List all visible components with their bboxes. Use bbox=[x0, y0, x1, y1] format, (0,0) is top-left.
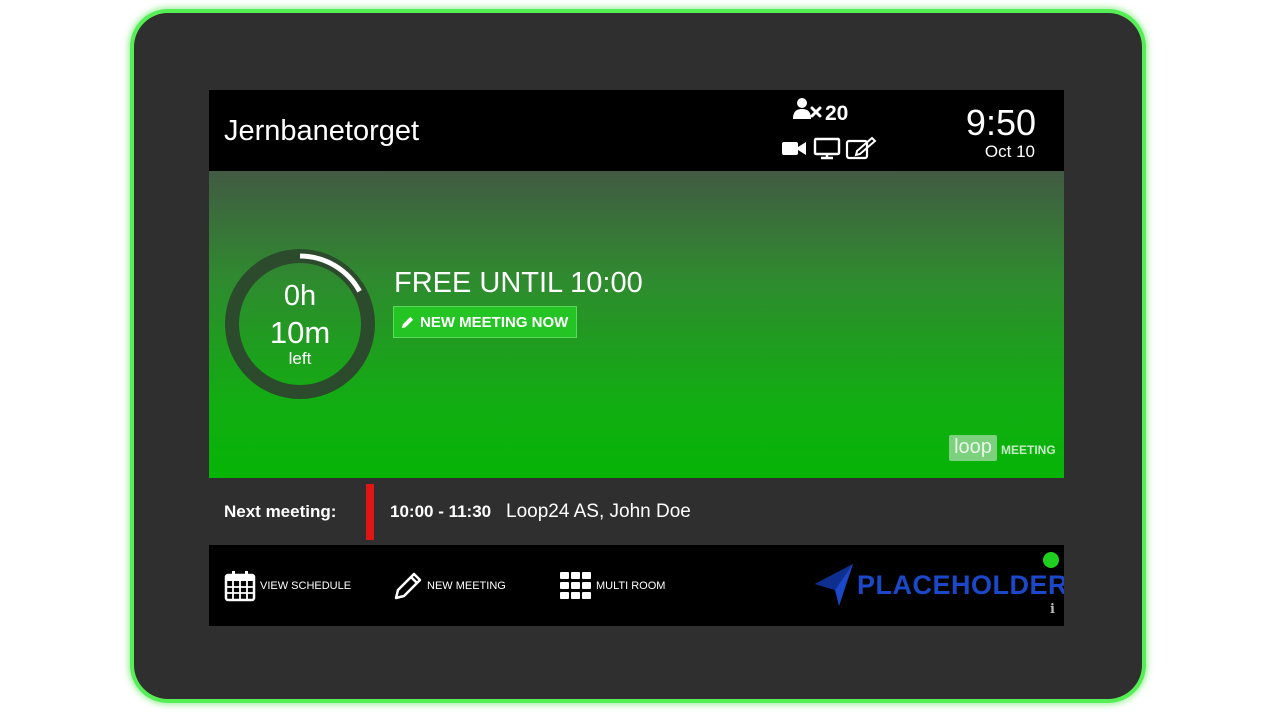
calendar-icon bbox=[224, 570, 256, 601]
loop-logo: loop bbox=[949, 435, 997, 461]
clock-date: Oct 10 bbox=[984, 142, 1035, 161]
brand-name: PLACEHOLDER bbox=[857, 569, 1064, 600]
next-meeting-indicator bbox=[366, 484, 374, 540]
online-status-dot bbox=[1043, 552, 1059, 568]
availability-headline: FREE UNTIL 10:00 bbox=[394, 267, 643, 299]
brand-mark-icon bbox=[815, 564, 853, 606]
next-meeting-organizer: Loop24 AS, John Doe bbox=[506, 501, 691, 522]
remaining-minutes: 10m bbox=[269, 315, 331, 350]
pencil-icon bbox=[394, 572, 422, 599]
person-x-icon bbox=[793, 98, 822, 119]
next-meeting-time: 10:00 - 11:30 bbox=[390, 502, 492, 521]
room-status-panel: 0h 10m left FREE UNTIL 10:00 NEW MEETING… bbox=[209, 171, 1064, 478]
room-display-screen: Jernbanetorget 20 9:50 Oct 10 0h 10m lef… bbox=[209, 90, 1064, 626]
new-meeting-now-label: NEW MEETING NOW bbox=[420, 313, 569, 331]
next-meeting-bar: Next meeting: 10:00 - 11:30 Loop24 AS, J… bbox=[209, 478, 1064, 545]
loop-meeting-word: MEETING bbox=[1001, 443, 1056, 457]
pencil-icon bbox=[401, 316, 414, 328]
monitor-icon bbox=[813, 137, 841, 160]
info-icon[interactable]: i bbox=[1050, 602, 1055, 617]
whiteboard-icon bbox=[845, 136, 877, 160]
brand-logo: PLACEHOLDER bbox=[813, 561, 1064, 609]
remaining-label: left bbox=[288, 349, 312, 368]
view-schedule-label: VIEW SCHEDULE bbox=[260, 579, 352, 592]
new-meeting-label: NEW MEETING bbox=[427, 579, 506, 592]
grid-icon bbox=[560, 571, 591, 599]
new-meeting-button[interactable]: NEW MEETING bbox=[393, 545, 506, 626]
clock-time: 9:50 bbox=[965, 102, 1036, 143]
capacity-count: 20 bbox=[825, 102, 849, 125]
multi-room-label: MULTI ROOM bbox=[596, 579, 666, 592]
video-camera-icon bbox=[782, 142, 806, 155]
time-remaining-text: 0h 10m left bbox=[224, 248, 376, 400]
remaining-hours: 0h bbox=[283, 280, 317, 312]
header-bar: Jernbanetorget 20 9:50 Oct 10 bbox=[209, 90, 1064, 171]
footer-bar: VIEW SCHEDULE NEW MEETING MULTI ROOM PLA… bbox=[209, 545, 1064, 626]
next-meeting-label: Next meeting: bbox=[224, 502, 337, 521]
new-meeting-now-button[interactable]: NEW MEETING NOW bbox=[393, 306, 577, 338]
view-schedule-button[interactable]: VIEW SCHEDULE bbox=[224, 545, 351, 626]
multi-room-button[interactable]: MULTI ROOM bbox=[560, 545, 665, 626]
room-name: Jernbanetorget bbox=[224, 115, 420, 147]
